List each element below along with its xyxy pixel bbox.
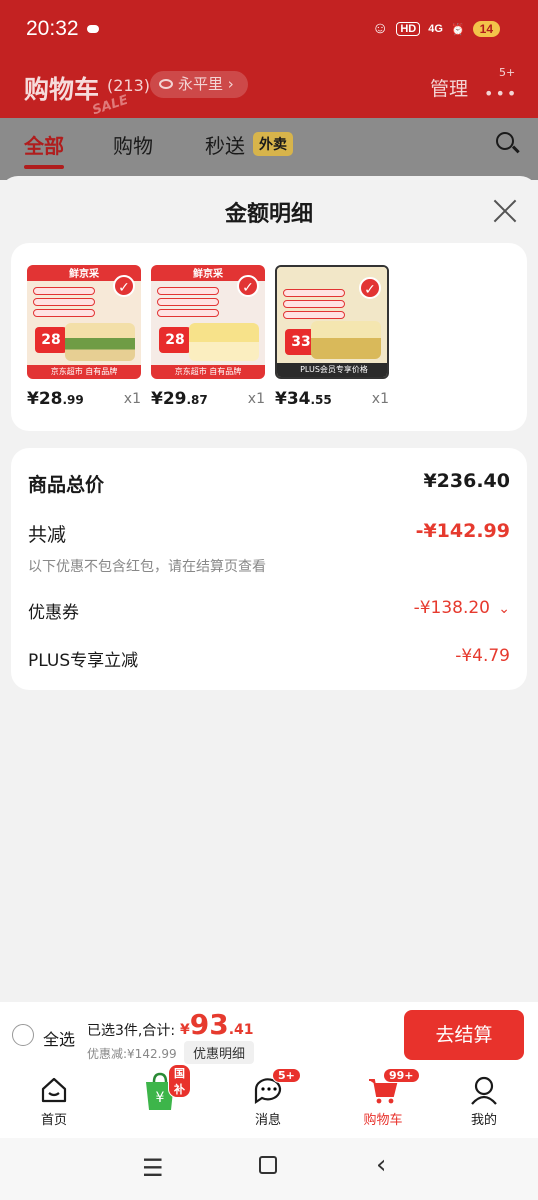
manage-button[interactable]: 管理 bbox=[430, 74, 468, 101]
nav-cart-label: 购物车 bbox=[363, 1113, 403, 1128]
price-tag: 28 bbox=[35, 327, 67, 353]
cart-tabs: 全部 购物 秒送 外卖 bbox=[0, 118, 538, 180]
plus-row: PLUS专享立减 -¥4.79 bbox=[28, 646, 510, 671]
eye-icon bbox=[159, 79, 173, 89]
product-item[interactable]: 鲜京采 28 京东超市 自有品牌 ✓ ¥29.87 x1 bbox=[151, 265, 265, 409]
message-icon: 5+ bbox=[252, 1068, 301, 1106]
price-tag: 28 bbox=[159, 327, 191, 353]
select-all-label[interactable]: 全选 bbox=[43, 1026, 75, 1050]
product-price: ¥28.99 bbox=[27, 389, 84, 409]
checkout-bar: 全选 已选3件,合计: ¥93.41 优惠减:¥142.99 优惠明细 去结算 bbox=[0, 1002, 538, 1068]
coupon-value: -¥138.20 bbox=[413, 598, 490, 618]
product-item[interactable]: 33 PLUS会员专享价格 ✓ ¥34.55 x1 bbox=[275, 265, 389, 409]
nav-messages[interactable]: 5+ 消息 bbox=[228, 1068, 308, 1128]
selected-info: 已选3件,合计: bbox=[87, 1023, 176, 1039]
network-indicator: 4G bbox=[428, 23, 443, 35]
subsidy-bag-icon: ¥ 国补 bbox=[140, 1064, 191, 1112]
product-foot: PLUS会员专享价格 bbox=[277, 363, 387, 377]
location-label: 永平里 bbox=[178, 75, 224, 93]
total-row: 商品总价 ¥236.40 bbox=[28, 470, 510, 497]
coupon-label: 优惠券 bbox=[28, 603, 79, 623]
status-icons: ☺ HD 4G ⏰ 14 bbox=[372, 20, 500, 38]
product-price: ¥34.55 bbox=[275, 389, 332, 409]
home-icon bbox=[38, 1074, 70, 1106]
checkmark-icon: ✓ bbox=[359, 277, 381, 299]
subsidy-badge: 国补 bbox=[168, 1064, 191, 1098]
nav-messages-label: 消息 bbox=[254, 1113, 281, 1128]
menu-icon[interactable]: ☰ bbox=[142, 1154, 164, 1182]
coupon-row[interactable]: 优惠券 -¥138.20 ⌄ bbox=[28, 598, 510, 623]
discount-row: 共减 -¥142.99 bbox=[28, 520, 510, 547]
search-icon[interactable] bbox=[496, 132, 514, 150]
nav-profile-label: 我的 bbox=[470, 1113, 497, 1128]
product-image: 33 PLUS会员专享价格 ✓ bbox=[275, 265, 389, 379]
notification-icon bbox=[87, 25, 99, 33]
nav-home-label: 首页 bbox=[40, 1113, 67, 1128]
plus-label: PLUS专享立减 bbox=[28, 651, 139, 671]
product-foot: 京东超市 自有品牌 bbox=[151, 365, 265, 379]
cart-count: (213) bbox=[107, 76, 151, 95]
durian-cake-image bbox=[311, 321, 381, 359]
checkout-total: ¥93.41 bbox=[180, 1008, 254, 1041]
tab-indicator bbox=[24, 165, 64, 169]
back-icon[interactable]: ‹ bbox=[376, 1150, 386, 1180]
amount-detail-sheet: 金额明细 鲜京采 28 京东超市 自有品牌 ✓ ¥28.99 x1 鲜京采 28… bbox=[0, 176, 538, 1002]
select-all-radio[interactable] bbox=[12, 1024, 34, 1046]
more-icon[interactable]: ••• bbox=[484, 84, 518, 103]
location-selector[interactable]: 永平里 › bbox=[150, 71, 248, 98]
mango-cake-image bbox=[189, 323, 259, 361]
checkmark-icon: ✓ bbox=[113, 275, 135, 297]
discount-value: -¥142.99 bbox=[415, 520, 510, 542]
chevron-right-icon: › bbox=[227, 75, 234, 93]
nav-subsidy[interactable]: ¥ 国补 bbox=[120, 1064, 200, 1115]
discount-label: 共减 bbox=[28, 524, 67, 546]
saved-amount: 优惠减:¥142.99 bbox=[87, 1047, 177, 1061]
system-nav-bar: ☰ ‹ bbox=[0, 1138, 538, 1200]
tab-all[interactable]: 全部 bbox=[24, 130, 64, 159]
discount-detail-button[interactable]: 优惠明细 bbox=[184, 1041, 255, 1064]
product-price: ¥29.87 bbox=[151, 389, 208, 409]
tab-shopping[interactable]: 购物 bbox=[113, 130, 153, 159]
total-label: 商品总价 bbox=[28, 474, 105, 496]
product-qty: x1 bbox=[371, 391, 389, 407]
tab-instant[interactable]: 秒送 bbox=[205, 130, 245, 159]
product-image: 鲜京采 28 京东超市 自有品牌 ✓ bbox=[27, 265, 141, 379]
takeout-badge: 外卖 bbox=[253, 132, 293, 156]
svg-text:¥: ¥ bbox=[156, 1090, 165, 1106]
product-qty: x1 bbox=[123, 391, 141, 407]
cart-header: 购物车 (213) SALE 永平里 › 管理 ••• 5+ bbox=[0, 60, 538, 118]
more-badge: 5+ bbox=[499, 66, 516, 79]
discount-note: 以下优惠不包含红包，请在结算页查看 bbox=[28, 559, 266, 575]
cart-badge: 99+ bbox=[383, 1068, 420, 1083]
hd-indicator: HD bbox=[396, 22, 421, 36]
face-icon: ☺ bbox=[372, 20, 389, 37]
checkout-button[interactable]: 去结算 bbox=[404, 1010, 524, 1060]
page-title: 购物车 bbox=[24, 75, 100, 104]
alarm-icon: ⏰ bbox=[450, 23, 465, 36]
home-square-icon[interactable] bbox=[259, 1156, 277, 1174]
close-icon[interactable] bbox=[492, 198, 518, 224]
total-value: ¥236.40 bbox=[423, 470, 510, 492]
nav-cart[interactable]: 99+ 购物车 bbox=[343, 1068, 423, 1128]
battery-indicator: 14 bbox=[472, 21, 500, 37]
status-bar: 20:32 ☺ HD 4G ⏰ 14 bbox=[0, 0, 538, 60]
product-qty: x1 bbox=[247, 391, 265, 407]
products-card: 鲜京采 28 京东超市 自有品牌 ✓ ¥28.99 x1 鲜京采 28 京东超市… bbox=[11, 243, 527, 431]
product-foot: 京东超市 自有品牌 bbox=[27, 365, 141, 379]
messages-badge: 5+ bbox=[272, 1068, 301, 1083]
matcha-cake-image bbox=[65, 323, 135, 361]
sheet-title: 金额明细 bbox=[224, 202, 313, 227]
profile-icon bbox=[468, 1074, 500, 1106]
nav-profile[interactable]: 我的 bbox=[444, 1074, 524, 1128]
product-item[interactable]: 鲜京采 28 京东超市 自有品牌 ✓ ¥28.99 x1 bbox=[27, 265, 141, 409]
price-summary-card: 商品总价 ¥236.40 共减 -¥142.99 以下优惠不包含红包，请在结算页… bbox=[11, 448, 527, 690]
nav-home[interactable]: 首页 bbox=[14, 1074, 94, 1128]
product-image: 鲜京采 28 京东超市 自有品牌 ✓ bbox=[151, 265, 265, 379]
status-time: 20:32 bbox=[26, 17, 79, 40]
bottom-nav: 首页 ¥ 国补 5+ 消息 99+ 购物车 我的 bbox=[0, 1064, 538, 1138]
chevron-down-icon: ⌄ bbox=[498, 601, 510, 617]
cart-icon: 99+ bbox=[367, 1068, 420, 1106]
checkmark-icon: ✓ bbox=[237, 275, 259, 297]
plus-value: -¥4.79 bbox=[455, 646, 510, 666]
